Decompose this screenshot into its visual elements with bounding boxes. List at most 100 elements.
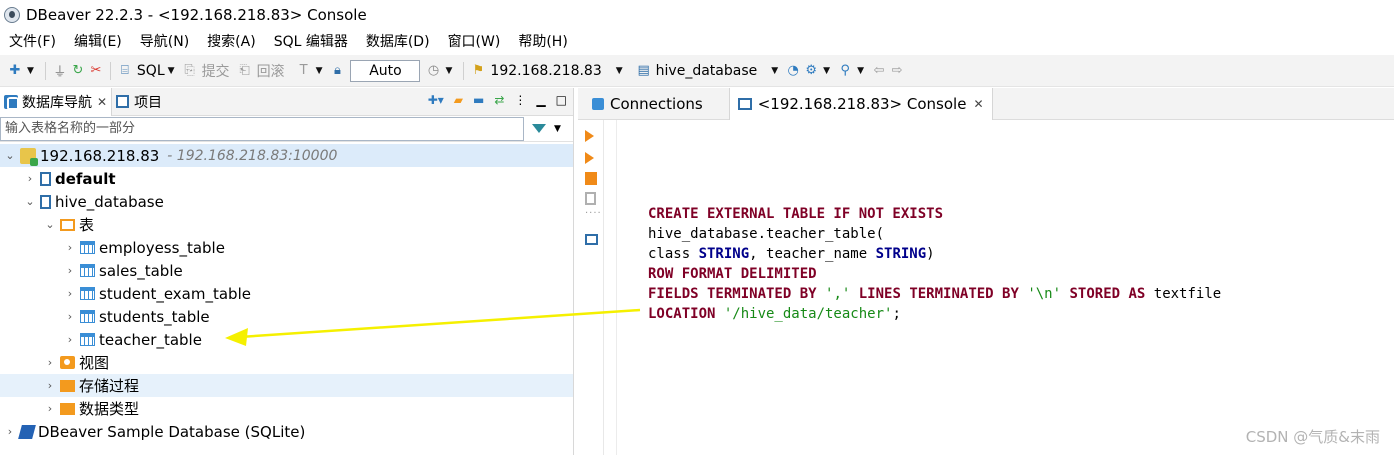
chevron-down-icon[interactable]: ▼ (168, 66, 175, 76)
filter-options[interactable]: ▼ (532, 124, 561, 134)
manage-drivers-icon[interactable]: ⚙ (802, 62, 820, 80)
table-filter-input[interactable] (0, 116, 524, 141)
rollback-label: 回滚 (256, 63, 285, 80)
transaction-mode-icon[interactable]: T (295, 62, 313, 80)
sql-button[interactable]: ⌸ SQL ▼ (116, 59, 181, 83)
new-connection-icon[interactable]: ✚▾ (428, 93, 444, 107)
chevron-down-icon[interactable]: ▼ (27, 66, 34, 76)
tab-projects[interactable]: 项目 (112, 88, 166, 116)
menu-search[interactable]: 搜索(A) (198, 31, 265, 51)
close-icon[interactable]: ✕ (973, 97, 983, 111)
tab-console[interactable]: <192.168.218.83> Console ✕ (728, 87, 993, 120)
tree-node-table[interactable]: › sales_table (0, 259, 573, 282)
menu-file[interactable]: 文件(F) (0, 31, 65, 51)
lock-icon[interactable]: 🔒︎ (328, 62, 346, 80)
tree-node-default-db[interactable]: › default (0, 167, 573, 190)
commit-label: 提交 (201, 63, 230, 80)
tab-connections[interactable]: Connections (584, 88, 711, 120)
minimize-icon[interactable]: ▁ (536, 93, 545, 107)
chevron-right-icon[interactable]: › (64, 287, 76, 300)
connect-icon[interactable]: ⏚ (51, 62, 69, 80)
tree-node-datatypes-folder[interactable]: › 数据类型 (0, 397, 573, 420)
table-name: sales_table (99, 261, 183, 280)
commit-icon: ⎘ (184, 63, 195, 78)
new-folder-icon[interactable]: ▰ (454, 93, 463, 107)
sql-code[interactable]: CREATE EXTERNAL TABLE IF NOT EXISTS hive_… (648, 204, 1221, 324)
link-with-editor-icon[interactable]: ⇄ (494, 93, 504, 107)
active-connection-label: 192.168.218.83 (490, 62, 602, 79)
menu-window[interactable]: 窗口(W) (439, 31, 510, 51)
close-icon[interactable]: ✕ (97, 95, 107, 109)
tab-database-navigator[interactable]: 数据库导航 ✕ (0, 87, 113, 116)
active-database-selector[interactable]: ▤ hive_database ▼ (635, 59, 785, 83)
left-panel-tabs: 数据库导航 ✕ 项目 ✚▾ ▰ ▬ ⇄ ⋮ ▁ □ (0, 87, 573, 116)
menu-database[interactable]: 数据库(D) (357, 31, 439, 51)
menu-sql-editor[interactable]: SQL 编辑器 (265, 31, 357, 51)
tab-label: 项目 (134, 94, 163, 111)
menu-help[interactable]: 帮助(H) (509, 31, 576, 51)
sql-editor[interactable]: CREATE EXTERNAL TABLE IF NOT EXISTS hive_… (616, 120, 1394, 455)
chevron-right-icon[interactable]: › (64, 333, 76, 346)
output-panel-icon[interactable] (585, 234, 598, 245)
tree-node-hive-db[interactable]: ⌄ hive_database (0, 190, 573, 213)
tree-node-tables-folder[interactable]: ⌄ 表 (0, 213, 573, 236)
rollback-button[interactable]: ⎗ 回滚 (236, 59, 285, 83)
chevron-down-icon[interactable]: ▼ (316, 66, 323, 76)
commit-button[interactable]: ⎘ 提交 (181, 59, 230, 83)
chevron-right-icon[interactable]: › (64, 264, 76, 277)
rollback-icon: ⎗ (239, 63, 250, 78)
active-connection-selector[interactable]: ⚑ 192.168.218.83 ▼ (469, 59, 628, 83)
chevron-down-icon[interactable]: ⌄ (4, 149, 16, 162)
auto-commit-label: Auto (369, 62, 402, 79)
tree-node-table[interactable]: › employess_table (0, 236, 573, 259)
menu-navigate[interactable]: 导航(N) (131, 31, 198, 51)
execute-statement-icon[interactable] (585, 130, 594, 142)
table-icon (80, 264, 95, 277)
chevron-right-icon[interactable]: › (64, 310, 76, 323)
tree-node-connection[interactable]: ⌄ 192.168.218.83 - 192.168.218.83:10000 (0, 144, 573, 167)
table-icon (80, 241, 95, 254)
tab-label: Connections (610, 94, 703, 113)
chevron-down-icon[interactable]: ⌄ (44, 218, 56, 231)
tree-node-table[interactable]: › students_table (0, 305, 573, 328)
chevron-right-icon[interactable]: › (44, 356, 56, 369)
explain-plan-icon[interactable] (585, 192, 596, 205)
tree-node-views-folder[interactable]: › 视图 (0, 351, 573, 374)
search-icon[interactable]: ⚲ (836, 62, 854, 80)
chevron-right-icon[interactable]: › (64, 241, 76, 254)
connection-address: - 192.168.218.83:10000 (167, 147, 338, 164)
chevron-down-icon[interactable]: ⌄ (24, 195, 36, 208)
execute-script-icon[interactable] (585, 172, 597, 185)
reconnect-icon[interactable]: ↻ (69, 62, 87, 80)
back-icon[interactable]: ⇦ (870, 62, 888, 80)
database-icon (40, 194, 51, 209)
disconnect-icon[interactable]: ✂ (87, 62, 105, 80)
console-icon (737, 97, 752, 110)
tree-node-sample-db[interactable]: › DBeaver Sample Database (SQLite) (0, 420, 573, 443)
tree-node-procedures-folder[interactable]: › 存储过程 (0, 374, 573, 397)
chevron-right-icon[interactable]: › (44, 379, 56, 392)
editor-side-toolbar: ···· (578, 120, 604, 455)
more-icon[interactable]: ···· (585, 208, 601, 220)
menu-edit[interactable]: 编辑(E) (65, 31, 131, 51)
auto-commit-mode[interactable]: Auto (350, 59, 421, 82)
collapse-all-icon[interactable]: ▬ (473, 93, 484, 107)
new-connection-icon[interactable]: ✚ (6, 62, 24, 80)
chevron-down-icon[interactable]: ▼ (857, 66, 864, 76)
tree-node-table[interactable]: › student_exam_table (0, 282, 573, 305)
chevron-down-icon[interactable]: ▼ (823, 66, 830, 76)
dashboard-icon[interactable]: ◔ (784, 62, 802, 80)
maximize-icon[interactable]: □ (556, 93, 567, 107)
chevron-right-icon[interactable]: › (24, 172, 36, 185)
chevron-down-icon[interactable]: ▼ (445, 66, 452, 76)
tab-label: 数据库导航 (22, 94, 92, 111)
chevron-right-icon[interactable]: › (4, 425, 16, 438)
view-menu-icon[interactable]: ⋮ (514, 93, 526, 107)
execute-in-new-tab-icon[interactable] (585, 152, 594, 164)
forward-icon[interactable]: ⇨ (888, 62, 906, 80)
history-icon[interactable]: ◷ (424, 62, 442, 80)
editor-tabs: Connections <192.168.218.83> Console ✕ (578, 87, 1394, 120)
tree-node-table[interactable]: › teacher_table (0, 328, 573, 351)
chevron-right-icon[interactable]: › (44, 402, 56, 415)
database-icon (40, 171, 51, 186)
